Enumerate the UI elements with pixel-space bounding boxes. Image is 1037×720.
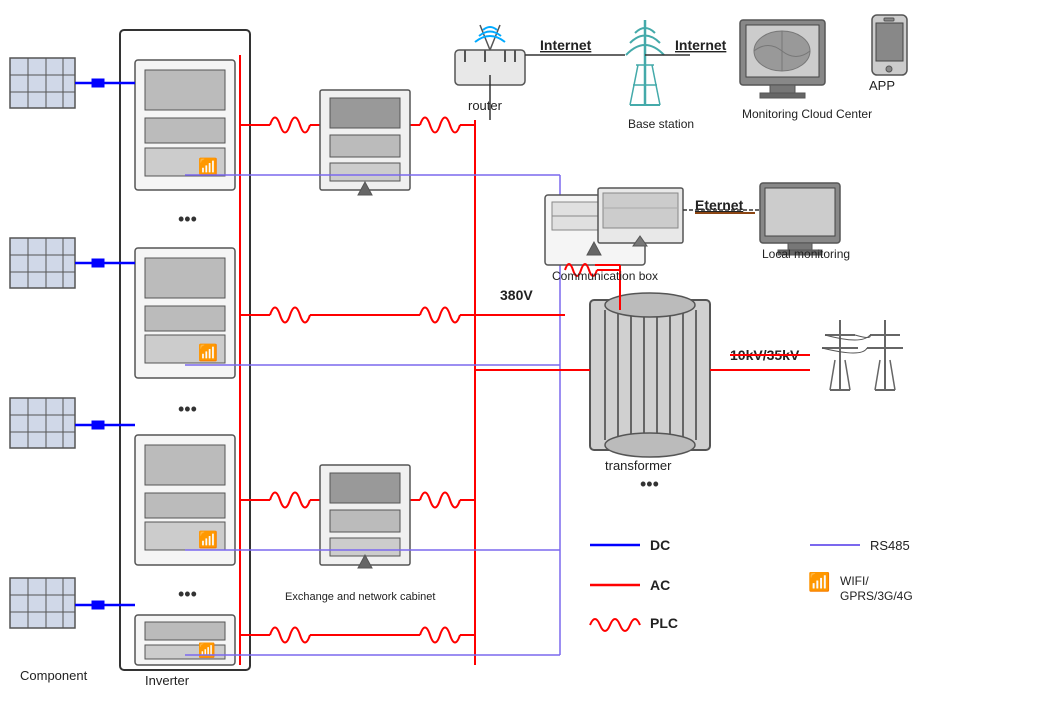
base-station-label: Base station bbox=[628, 117, 694, 131]
wifi-icon-3: 📶 bbox=[198, 530, 218, 549]
legend-plc-label: PLC bbox=[650, 615, 678, 631]
solar-panel-1 bbox=[10, 58, 75, 108]
exchange-label: Exchange and network cabinet bbox=[285, 591, 435, 603]
legend-dc-label: DC bbox=[650, 537, 670, 553]
dc-indicator-1 bbox=[92, 79, 104, 87]
distribution-box-1 bbox=[320, 90, 410, 195]
app-icon bbox=[872, 15, 907, 75]
legend-gprs-label: GPRS/3G/4G bbox=[840, 589, 913, 603]
transformer-label: transformer bbox=[605, 458, 672, 473]
dots-3: ••• bbox=[178, 584, 197, 604]
legend-ac-label: AC bbox=[650, 577, 670, 593]
transformer bbox=[590, 293, 710, 457]
component-label: Component bbox=[20, 668, 88, 683]
inverter-unit-3: 📶 bbox=[135, 435, 235, 565]
main-diagram: Component Inverter 📶 ••• 📶 ••• 📶 ••• 📶 bbox=[0, 0, 1037, 720]
dots-transformer: ••• bbox=[640, 474, 659, 494]
dc-indicator-3 bbox=[92, 421, 104, 429]
inverter-unit-1: 📶 bbox=[135, 60, 235, 190]
dots-2: ••• bbox=[178, 399, 197, 419]
communication-box-label: Communication box bbox=[552, 269, 658, 283]
dots-1: ••• bbox=[178, 209, 197, 229]
inverter-unit-2: 📶 bbox=[135, 248, 235, 378]
local-monitoring-label: Local monitoring bbox=[762, 247, 850, 261]
inverter-unit-4: 📶 bbox=[135, 615, 235, 665]
router-label: router bbox=[468, 98, 503, 113]
legend-wifi-icon: 📶 bbox=[808, 571, 830, 592]
solar-panel-3 bbox=[10, 398, 75, 448]
monitoring-cloud-label: Monitoring Cloud Center bbox=[742, 107, 872, 121]
legend-wifi-label: WIFI/ bbox=[840, 574, 869, 588]
eternet-device bbox=[598, 188, 683, 246]
wifi-icon-4: 📶 bbox=[198, 642, 215, 659]
dc-indicator-4 bbox=[92, 601, 104, 609]
wifi-icon-2: 📶 bbox=[198, 343, 218, 362]
legend-rs485-label: RS485 bbox=[870, 538, 910, 553]
inverter-label: Inverter bbox=[145, 673, 190, 688]
solar-panel-2 bbox=[10, 238, 75, 288]
dc-indicator-2 bbox=[92, 259, 104, 267]
internet-label-2: Internet bbox=[675, 37, 727, 53]
internet-label-1: Internet bbox=[540, 37, 592, 53]
wifi-icon-1: 📶 bbox=[198, 157, 218, 176]
distribution-box-2 bbox=[320, 465, 410, 568]
voltage-380-label: 380V bbox=[500, 287, 533, 303]
app-label: APP bbox=[869, 78, 895, 93]
solar-panel-4 bbox=[10, 578, 75, 628]
